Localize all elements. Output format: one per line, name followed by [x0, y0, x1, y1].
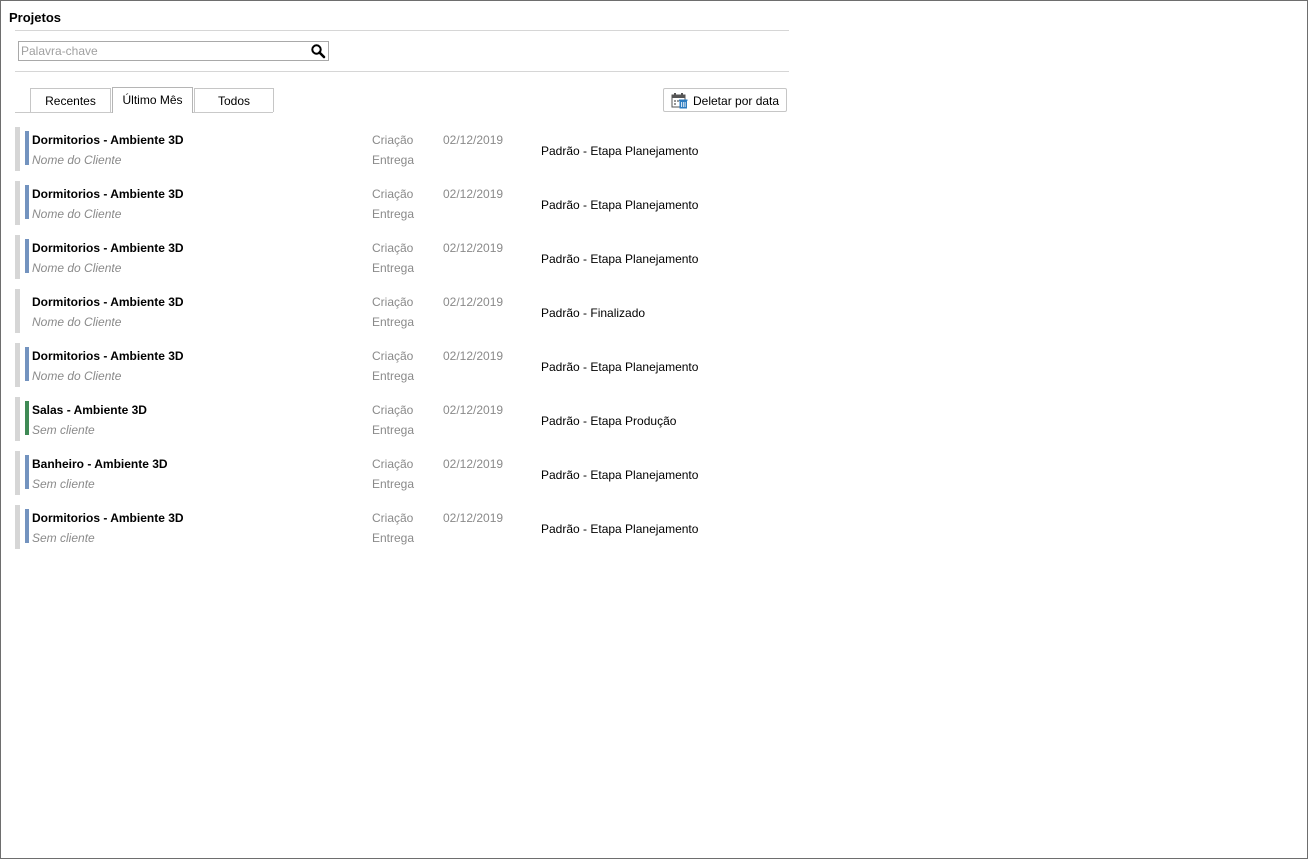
- search-icon[interactable]: [310, 43, 326, 59]
- search-input[interactable]: [21, 42, 306, 60]
- created-date: 02/12/2019: [443, 511, 504, 525]
- delivery-label: Entrega: [372, 423, 415, 437]
- created-date: 02/12/2019: [443, 403, 504, 417]
- project-status: Padrão - Etapa Produção: [541, 414, 677, 428]
- project-row[interactable]: Dormitorios - Ambiente 3D Nome do Client…: [15, 235, 789, 289]
- project-row[interactable]: Salas - Ambiente 3D Sem cliente Criação …: [15, 397, 789, 451]
- tab-todos[interactable]: Todos: [194, 88, 274, 112]
- project-client: Nome do Cliente: [32, 369, 122, 383]
- status-color-bar: [25, 347, 29, 381]
- project-client: Sem cliente: [32, 477, 95, 491]
- delivery-label: Entrega: [372, 315, 415, 329]
- row-gutter: [15, 397, 20, 441]
- project-name: Dormitorios - Ambiente 3D: [32, 511, 184, 525]
- tab-recentes[interactable]: Recentes: [30, 88, 111, 112]
- project-status: Padrão - Etapa Planejamento: [541, 144, 699, 158]
- delete-by-date-button[interactable]: Deletar por data: [663, 88, 787, 112]
- project-row[interactable]: Banheiro - Ambiente 3D Sem cliente Criaç…: [15, 451, 789, 505]
- project-name: Salas - Ambiente 3D: [32, 403, 147, 417]
- status-color-bar: [25, 239, 29, 273]
- projects-window: Projetos Recentes Último Mês Todos: [0, 0, 1308, 859]
- created-date: 02/12/2019: [443, 133, 504, 147]
- created-label: Criação: [372, 295, 414, 309]
- status-color-bar: [25, 401, 29, 435]
- project-name: Banheiro - Ambiente 3D: [32, 457, 168, 471]
- project-client: Sem cliente: [32, 423, 95, 437]
- created-label: Criação: [372, 133, 414, 147]
- project-status: Padrão - Etapa Planejamento: [541, 360, 699, 374]
- project-client: Nome do Cliente: [32, 153, 122, 167]
- created-label: Criação: [372, 403, 414, 417]
- title-divider: [15, 30, 789, 31]
- project-client: Nome do Cliente: [32, 207, 122, 221]
- row-gutter: [15, 451, 20, 495]
- project-name: Dormitorios - Ambiente 3D: [32, 295, 184, 309]
- calendar-delete-icon: [671, 92, 688, 109]
- delivery-label: Entrega: [372, 153, 415, 167]
- created-date: 02/12/2019: [443, 457, 504, 471]
- search-box: [18, 41, 329, 61]
- delete-by-date-label: Deletar por data: [693, 94, 780, 108]
- project-status: Padrão - Finalizado: [541, 306, 646, 320]
- created-date: 02/12/2019: [443, 187, 504, 201]
- project-client: Nome do Cliente: [32, 315, 122, 329]
- row-gutter: [15, 127, 20, 171]
- row-gutter: [15, 235, 20, 279]
- project-status: Padrão - Etapa Planejamento: [541, 252, 699, 266]
- created-label: Criação: [372, 349, 414, 363]
- status-color-bar: [25, 185, 29, 219]
- project-name: Dormitorios - Ambiente 3D: [32, 133, 184, 147]
- status-color-bar: [25, 455, 29, 489]
- created-label: Criação: [372, 511, 414, 525]
- created-label: Criação: [372, 241, 414, 255]
- project-name: Dormitorios - Ambiente 3D: [32, 241, 184, 255]
- created-date: 02/12/2019: [443, 295, 504, 309]
- project-status: Padrão - Etapa Planejamento: [541, 198, 699, 212]
- created-label: Criação: [372, 187, 414, 201]
- status-color-bar: [25, 131, 29, 165]
- search-divider: [15, 71, 789, 72]
- delivery-label: Entrega: [372, 261, 415, 275]
- status-color-bar: [25, 509, 29, 543]
- page-title: Projetos: [9, 10, 62, 25]
- delivery-label: Entrega: [372, 207, 415, 221]
- created-date: 02/12/2019: [443, 349, 504, 363]
- row-gutter: [15, 343, 20, 387]
- project-row[interactable]: Dormitorios - Ambiente 3D Nome do Client…: [15, 343, 789, 397]
- project-status: Padrão - Etapa Planejamento: [541, 468, 699, 482]
- delivery-label: Entrega: [372, 477, 415, 491]
- project-row[interactable]: Dormitorios - Ambiente 3D Nome do Client…: [15, 289, 789, 343]
- delivery-label: Entrega: [372, 531, 415, 545]
- project-client: Sem cliente: [32, 531, 95, 545]
- project-row[interactable]: Dormitorios - Ambiente 3D Sem cliente Cr…: [15, 505, 789, 559]
- project-row[interactable]: Dormitorios - Ambiente 3D Nome do Client…: [15, 181, 789, 235]
- created-label: Criação: [372, 457, 414, 471]
- tab-ultimo-mes[interactable]: Último Mês: [112, 87, 193, 113]
- project-name: Dormitorios - Ambiente 3D: [32, 187, 184, 201]
- status-color-bar: [25, 293, 29, 327]
- delivery-label: Entrega: [372, 369, 415, 383]
- project-row[interactable]: Dormitorios - Ambiente 3D Nome do Client…: [15, 127, 789, 181]
- project-list: Dormitorios - Ambiente 3D Nome do Client…: [15, 127, 789, 559]
- row-gutter: [15, 505, 20, 549]
- created-date: 02/12/2019: [443, 241, 504, 255]
- project-client: Nome do Cliente: [32, 261, 122, 275]
- project-status: Padrão - Etapa Planejamento: [541, 522, 699, 536]
- row-gutter: [15, 289, 20, 333]
- row-gutter: [15, 181, 20, 225]
- project-name: Dormitorios - Ambiente 3D: [32, 349, 184, 363]
